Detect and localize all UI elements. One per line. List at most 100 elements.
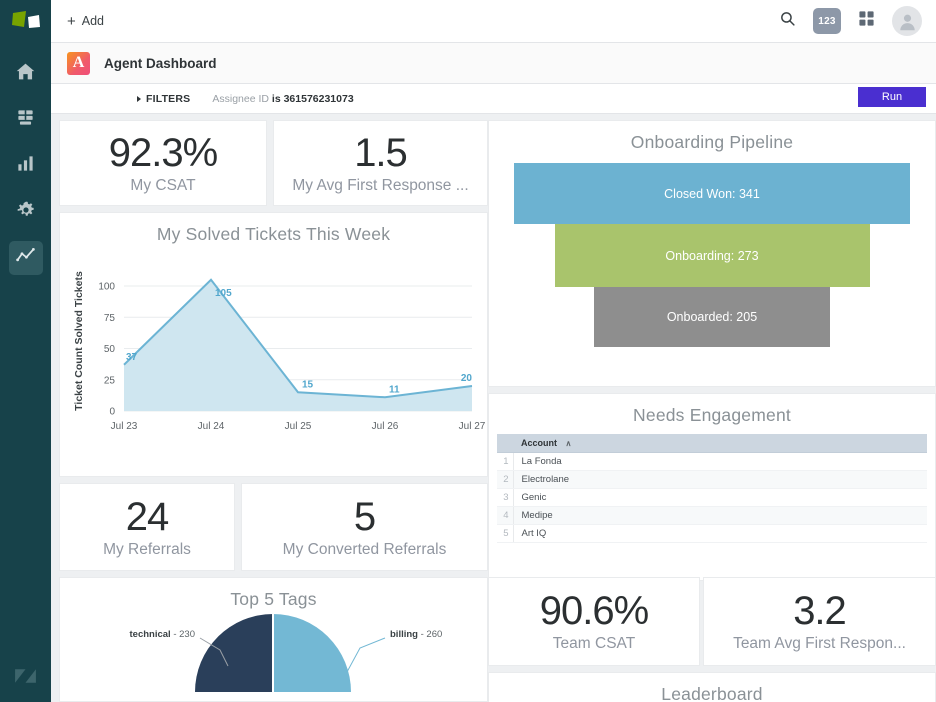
- leader-line-billing: [347, 638, 385, 672]
- kpi-content: 5 My Converted Referrals: [242, 484, 487, 570]
- x-tick-label: Jul 23: [111, 421, 138, 432]
- row-index: 3: [497, 489, 513, 507]
- chart-title: My Solved Tickets This Week: [60, 213, 487, 245]
- funnel-chart: Closed Won: 341Onboarding: 273Onboarded:…: [489, 163, 935, 347]
- ticket-count-badge[interactable]: 123: [813, 8, 841, 34]
- cell-account: Electrolane: [513, 471, 927, 489]
- table-row[interactable]: 4Medipe: [497, 507, 927, 525]
- data-point-label: 11: [389, 384, 400, 395]
- sidebar-item-admin[interactable]: [9, 195, 43, 229]
- top-bar-actions: 123: [779, 6, 922, 36]
- top-5-tags-pie-chart: technical - 230billing - 260: [60, 610, 487, 702]
- grid-apps-icon[interactable]: [858, 10, 875, 32]
- x-tick-label: Jul 25: [285, 421, 312, 432]
- pie-slice-technical[interactable]: [195, 614, 273, 692]
- sidebar-item-explore[interactable]: [9, 241, 43, 275]
- kpi-card-team-csat[interactable]: 90.6% Team CSAT: [488, 577, 700, 666]
- y-tick-label: 50: [104, 344, 116, 355]
- funnel-segment[interactable]: Closed Won: 341: [514, 163, 910, 224]
- filter-bar: FILTERS Assignee ID is 361576231073 Run: [51, 84, 936, 114]
- column-header-account[interactable]: Account ∧: [513, 434, 927, 453]
- zendesk-mark-icon[interactable]: [0, 663, 51, 688]
- plus-icon: +: [67, 14, 76, 29]
- kpi-card-my-avg-first-response[interactable]: 1.5 My Avg First Response ...: [273, 120, 488, 206]
- table-row[interactable]: 3Genic: [497, 489, 927, 507]
- kpi-label: My Avg First Response ...: [292, 177, 468, 195]
- sidebar-item-reporting[interactable]: [9, 149, 43, 183]
- row-index: 2: [497, 471, 513, 489]
- x-tick-label: Jul 26: [372, 421, 399, 432]
- funnel-segment[interactable]: Onboarded: 205: [594, 287, 830, 347]
- filters-label: FILTERS: [146, 93, 190, 105]
- table-head: Account ∧: [497, 434, 927, 453]
- table-row[interactable]: 5Art IQ: [497, 525, 927, 543]
- row-index: 5: [497, 525, 513, 543]
- row-index: 4: [497, 507, 513, 525]
- x-tick-label: Jul 24: [198, 421, 225, 432]
- dashboard-header: A Agent Dashboard: [51, 43, 936, 84]
- add-button[interactable]: + Add: [67, 14, 104, 29]
- kpi-value: 24: [126, 496, 169, 538]
- filter-operator: is: [272, 93, 284, 105]
- primary-nav-rail: [0, 0, 51, 702]
- chart-title: Onboarding Pipeline: [489, 121, 935, 153]
- sidebar-item-home[interactable]: [9, 57, 43, 91]
- active-filter-chip[interactable]: Assignee ID is 361576231073: [212, 93, 353, 105]
- table-title: Needs Engagement: [489, 394, 935, 426]
- pie-label-billing: billing - 260: [390, 629, 442, 640]
- table-row[interactable]: 1La Fonda: [497, 453, 927, 471]
- chart-card-top-5-tags[interactable]: Top 5 Tags technical - 230billing - 260: [59, 577, 488, 702]
- table-header-row: Account ∧: [497, 434, 927, 453]
- leaderboard-title: Leaderboard: [489, 673, 935, 702]
- y-tick-label: 25: [104, 375, 116, 386]
- pie-slice-billing[interactable]: [273, 614, 351, 692]
- kpi-label: My Converted Referrals: [283, 541, 447, 559]
- row-index: 1: [497, 453, 513, 471]
- data-point-label: 37: [126, 352, 138, 363]
- kpi-card-team-avg-first-response[interactable]: 3.2 Team Avg First Respon...: [703, 577, 936, 666]
- chart-card-onboarding-pipeline[interactable]: Onboarding Pipeline Closed Won: 341Onboa…: [488, 120, 936, 387]
- search-icon[interactable]: [779, 10, 796, 32]
- y-tick-label: 0: [109, 407, 115, 418]
- sort-ascending-icon: ∧: [566, 439, 572, 448]
- table-body: 1La Fonda2Electrolane3Genic4Medipe5Art I…: [497, 453, 927, 543]
- kpi-value: 5: [354, 496, 375, 538]
- table-row[interactable]: 2Electrolane: [497, 471, 927, 489]
- dashboard-canvas: 92.3% My CSAT 1.5 My Avg First Response …: [51, 114, 936, 702]
- add-button-label: Add: [82, 14, 104, 28]
- gear-icon: [16, 200, 36, 225]
- top-bar: + Add 123: [51, 0, 936, 43]
- table-card-needs-engagement[interactable]: Needs Engagement Account ∧: [488, 393, 936, 581]
- index-column-header: [497, 434, 513, 453]
- zendesk-logo-icon[interactable]: [11, 10, 41, 39]
- chart-card-solved-tickets[interactable]: My Solved Tickets This Week 025507510037…: [59, 212, 488, 477]
- dashboard-logo-icon: A: [67, 52, 90, 75]
- user-avatar-icon[interactable]: [892, 6, 922, 36]
- data-point-label: 105: [215, 288, 232, 299]
- kpi-value: 90.6%: [540, 590, 648, 632]
- funnel-segment[interactable]: Onboarding: 273: [555, 224, 870, 287]
- line-chart-icon: [15, 245, 36, 271]
- kpi-label: My Referrals: [103, 541, 191, 559]
- chevron-right-icon: [137, 96, 141, 102]
- y-tick-label: 75: [104, 313, 116, 324]
- data-point-label: 15: [302, 379, 314, 390]
- needs-engagement-table: Account ∧ 1La Fonda2Electrolane3Genic4Me…: [497, 434, 927, 543]
- kpi-card-my-converted-referrals[interactable]: 5 My Converted Referrals: [241, 483, 488, 571]
- kpi-card-my-csat[interactable]: 92.3% My CSAT: [59, 120, 267, 206]
- sidebar-item-knowledge[interactable]: [9, 103, 43, 137]
- x-tick-label: Jul 27: [459, 421, 486, 432]
- chart-card-leaderboard[interactable]: Leaderboard: [488, 672, 936, 702]
- kpi-content: 90.6% Team CSAT: [489, 578, 699, 665]
- kpi-content: 3.2 Team Avg First Respon...: [704, 578, 935, 665]
- kpi-label: My CSAT: [130, 177, 195, 195]
- cell-account: Art IQ: [513, 525, 927, 543]
- filter-field-label: Assignee ID: [212, 93, 272, 105]
- run-button[interactable]: Run: [858, 87, 926, 107]
- kpi-value: 92.3%: [109, 132, 217, 174]
- kpi-content: 1.5 My Avg First Response ...: [274, 121, 487, 205]
- kpi-card-my-referrals[interactable]: 24 My Referrals: [59, 483, 235, 571]
- kpi-value: 3.2: [793, 590, 846, 632]
- kpi-content: 92.3% My CSAT: [60, 121, 266, 205]
- filters-toggle[interactable]: FILTERS: [137, 93, 190, 105]
